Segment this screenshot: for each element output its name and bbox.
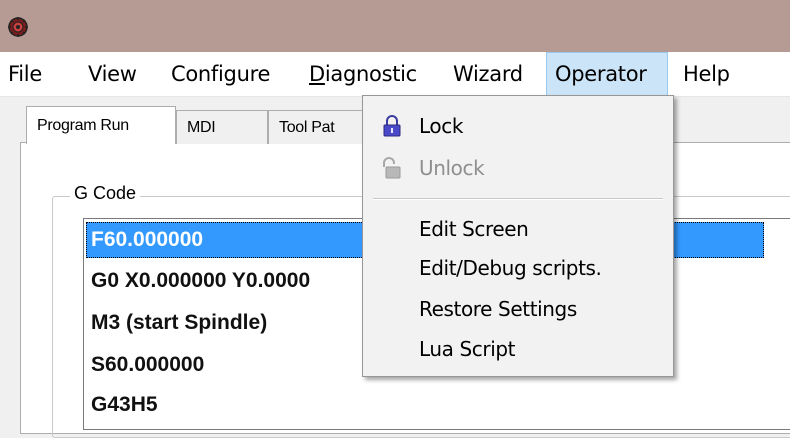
- gcode-line[interactable]: G43H5: [91, 388, 158, 422]
- menu-separator: [373, 198, 663, 200]
- menu-item-label: Unlock: [419, 156, 485, 180]
- gcode-line[interactable]: G0 X0.000000 Y0.0000: [91, 264, 310, 298]
- menu-file[interactable]: File: [0, 52, 50, 96]
- menu-item-label: Lua Script: [419, 337, 516, 361]
- gcode-line[interactable]: M3 (start Spindle): [91, 306, 267, 340]
- menu-item-lock[interactable]: Lock: [363, 106, 671, 146]
- lock-icon: [383, 115, 401, 137]
- menu-operator[interactable]: Operator: [546, 52, 668, 96]
- menu-view[interactable]: View: [80, 52, 145, 96]
- menu-item-lua-script[interactable]: Lua Script: [363, 329, 671, 369]
- app-gear-icon[interactable]: [8, 17, 28, 37]
- menu-item-label: Edit Screen: [419, 217, 529, 241]
- menu-item-label: Restore Settings: [419, 297, 577, 321]
- menu-item-label: Lock: [419, 114, 464, 138]
- gcode-line[interactable]: S60.000000: [91, 348, 204, 382]
- gcode-selection-highlight-right: [670, 222, 764, 258]
- menu-item-edit-screen[interactable]: Edit Screen: [363, 209, 671, 249]
- title-bar: [0, 0, 790, 52]
- tab-program-run[interactable]: Program Run: [26, 106, 176, 144]
- menu-item-restore-settings[interactable]: Restore Settings: [363, 289, 671, 329]
- tab-mdi[interactable]: MDI: [176, 110, 268, 144]
- menu-configure[interactable]: Configure: [163, 52, 278, 96]
- menu-diagnostic[interactable]: Diagnostic: [301, 52, 425, 96]
- menu-wizard[interactable]: Wizard: [445, 52, 531, 96]
- menu-help[interactable]: Help: [675, 52, 738, 96]
- unlock-icon: [383, 157, 401, 179]
- menu-bar: File View Configure Diagnostic Wizard Op…: [0, 52, 790, 97]
- gcode-group-label: G Code: [70, 183, 141, 204]
- gcode-line[interactable]: F60.000000: [91, 223, 203, 257]
- tab-tool-path[interactable]: Tool Pat: [268, 110, 368, 144]
- menu-item-unlock[interactable]: Unlock: [363, 148, 671, 188]
- operator-dropdown-menu: Lock Unlock Edit Screen Edit/Debug scrip…: [362, 95, 674, 377]
- menu-item-label: Edit/Debug scripts.: [419, 256, 602, 280]
- menu-item-edit-debug-scripts[interactable]: Edit/Debug scripts.: [363, 248, 671, 288]
